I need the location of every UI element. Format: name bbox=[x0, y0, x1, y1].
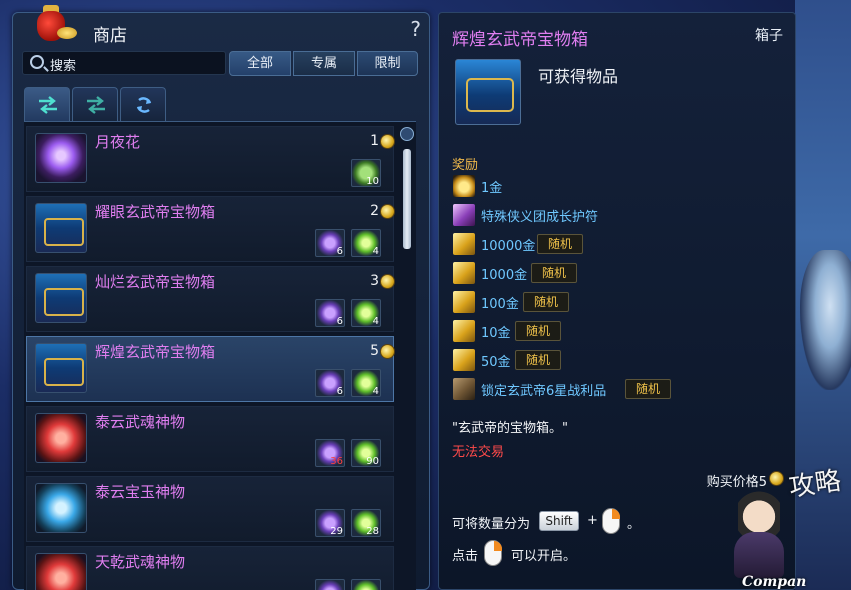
trade-restriction: 无法交易 bbox=[452, 445, 505, 460]
shop-bag-icon bbox=[31, 3, 77, 47]
companion-glyph: 攻略 bbox=[787, 466, 843, 504]
split-hint: 可将数量分为 bbox=[452, 517, 531, 532]
item-name: 月夜花 bbox=[95, 133, 141, 151]
companion-caption: Compan bbox=[742, 574, 807, 590]
item-name: 耀眼玄武帝宝物箱 bbox=[95, 203, 216, 221]
treasure-chest-icon bbox=[35, 273, 87, 323]
orb-material-icon[interactable]: 45 bbox=[351, 579, 381, 590]
flower-material-icon[interactable]: 36 bbox=[315, 439, 345, 467]
search-input[interactable]: 搜索 bbox=[22, 51, 226, 75]
gold-bar-icon bbox=[453, 320, 475, 342]
gold-bar-icon bbox=[453, 291, 475, 313]
shop-title: 商店 bbox=[93, 26, 127, 46]
treasure-chest-icon bbox=[35, 203, 87, 253]
item-list: 月夜花 1 10 耀眼玄武帝宝物箱 2 6 4 灿烂玄武帝宝物箱 3 6 4 辉… bbox=[24, 121, 416, 590]
item-description: "玄武帝的宝物箱。" bbox=[452, 421, 568, 436]
companion-body bbox=[734, 532, 784, 578]
orb-material-icon[interactable]: 4 bbox=[351, 229, 381, 257]
mouse-right-click-icon bbox=[484, 540, 502, 566]
reward-header: 奖励 bbox=[452, 158, 479, 173]
item-name: 天乾武魂神物 bbox=[95, 553, 186, 571]
leaf-material-icon[interactable]: 10 bbox=[351, 159, 381, 187]
list-item[interactable]: 泰云武魂神物 36 90 bbox=[26, 406, 394, 472]
random-tag: 随机 bbox=[537, 234, 584, 254]
random-tag: 随机 bbox=[523, 292, 570, 312]
list-item[interactable]: 月夜花 1 10 bbox=[26, 126, 395, 192]
split-hint-end: 。 bbox=[627, 517, 641, 532]
plus-sign: + bbox=[587, 513, 598, 528]
scroll-thumb[interactable] bbox=[403, 149, 411, 249]
shift-key: Shift bbox=[539, 511, 579, 531]
item-name: 辉煌玄武帝宝物箱 bbox=[95, 343, 216, 361]
treasure-chest-icon bbox=[35, 343, 87, 393]
mouse-right-click-icon bbox=[602, 508, 620, 534]
coin-icon bbox=[380, 344, 395, 359]
list-item[interactable]: 耀眼玄武帝宝物箱 2 6 4 bbox=[26, 196, 395, 262]
random-tag: 随机 bbox=[515, 321, 562, 341]
background-character bbox=[800, 250, 851, 390]
tab-refresh[interactable] bbox=[120, 87, 166, 121]
blue-relic-icon bbox=[35, 483, 87, 533]
random-tag: 随机 bbox=[515, 350, 562, 370]
gold-pile-icon bbox=[453, 175, 475, 197]
loot-box-icon bbox=[453, 378, 475, 400]
charm-icon bbox=[453, 204, 475, 226]
open-hint-suffix: 可以开启。 bbox=[511, 549, 577, 564]
list-item[interactable]: 天乾武魂神物 45 45 bbox=[26, 546, 394, 590]
orb-material-icon[interactable]: 4 bbox=[351, 369, 381, 397]
filter-limited-button[interactable]: 限制 bbox=[357, 51, 418, 76]
companion-watermark: 攻略 Compan bbox=[724, 466, 851, 590]
search-placeholder: 搜索 bbox=[50, 59, 77, 74]
filter-exclusive-button[interactable]: 专属 bbox=[293, 51, 355, 76]
list-item-selected[interactable]: 辉煌玄武帝宝物箱 5 6 4 bbox=[26, 336, 395, 402]
refresh-icon bbox=[136, 97, 152, 113]
list-scrollbar[interactable] bbox=[400, 127, 414, 277]
red-relic-icon bbox=[35, 413, 87, 463]
scroll-up-button[interactable] bbox=[400, 127, 414, 141]
list-item[interactable]: 泰云宝玉神物 29 28 bbox=[26, 476, 394, 542]
random-tag: 随机 bbox=[531, 263, 578, 283]
swap-icon bbox=[87, 96, 105, 114]
gold-bar-icon bbox=[453, 233, 475, 255]
gold-bar-icon bbox=[453, 262, 475, 284]
orb-material-icon[interactable]: 28 bbox=[351, 509, 381, 537]
item-name: 泰云武魂神物 bbox=[95, 413, 186, 431]
flower-material-icon[interactable]: 29 bbox=[315, 509, 345, 537]
obtainable-label: 可获得物品 bbox=[538, 67, 619, 86]
coin-icon bbox=[380, 274, 395, 289]
coin-icon bbox=[380, 134, 395, 149]
item-price: 3 bbox=[370, 273, 395, 289]
gold-bar-icon bbox=[453, 349, 475, 371]
item-name: 泰云宝玉神物 bbox=[95, 483, 186, 501]
item-name: 灿烂玄武帝宝物箱 bbox=[95, 273, 216, 291]
treasure-chest-icon bbox=[455, 59, 521, 125]
orb-material-icon[interactable]: 4 bbox=[351, 299, 381, 327]
random-tag: 随机 bbox=[625, 379, 672, 399]
item-price: 5 bbox=[370, 343, 395, 359]
flower-material-icon[interactable]: 6 bbox=[315, 299, 345, 327]
item-price: 1 bbox=[370, 133, 395, 149]
help-button[interactable]: ? bbox=[410, 17, 421, 41]
flower-material-icon[interactable]: 45 bbox=[315, 579, 345, 590]
tooltip-title: 辉煌玄武帝宝物箱 bbox=[452, 30, 588, 50]
flower-material-icon[interactable]: 6 bbox=[315, 369, 345, 397]
list-item[interactable]: 灿烂玄武帝宝物箱 3 6 4 bbox=[26, 266, 395, 332]
filter-all-button[interactable]: 全部 bbox=[229, 51, 291, 76]
red-relic-icon bbox=[35, 553, 87, 590]
coin-icon bbox=[380, 204, 395, 219]
search-icon bbox=[30, 55, 44, 69]
tab-swap-2[interactable] bbox=[72, 87, 118, 121]
flower-material-icon[interactable]: 6 bbox=[315, 229, 345, 257]
tab-swap-1[interactable] bbox=[24, 87, 70, 121]
moon-flower-icon bbox=[35, 133, 87, 183]
shop-window: 商店 ? 搜索 全部 专属 限制 月夜花 1 10 耀眼玄武帝宝物箱 2 6 4… bbox=[12, 5, 430, 590]
open-hint-prefix: 点击 bbox=[452, 549, 479, 564]
swap-icon bbox=[39, 96, 57, 114]
orb-material-icon[interactable]: 90 bbox=[351, 439, 381, 467]
item-price: 2 bbox=[370, 203, 395, 219]
tooltip-type: 箱子 bbox=[755, 28, 783, 44]
